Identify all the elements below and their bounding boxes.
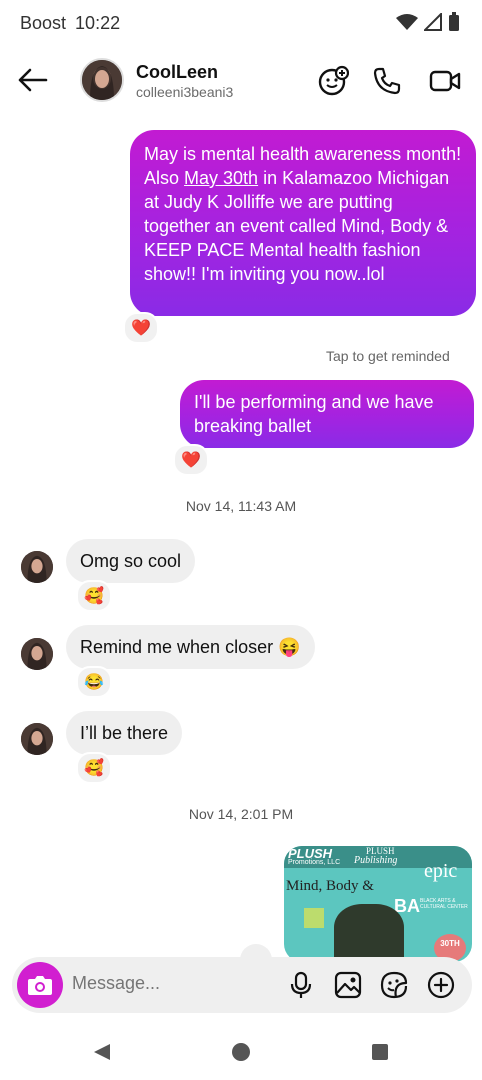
reaction-badge[interactable]: 😂 — [76, 666, 112, 698]
message-incoming[interactable]: Omg so cool — [66, 539, 196, 583]
message-text: Omg so cool — [80, 551, 182, 571]
reaction-badge[interactable]: ❤️ — [173, 444, 209, 476]
flyer-brand-sub: Promotions, LLC — [288, 859, 341, 866]
message-outgoing[interactable]: May is mental health awareness month! Al… — [130, 130, 476, 316]
camera-button[interactable] — [17, 962, 63, 1008]
flyer-brand-mid-sub: Publishing — [354, 855, 398, 866]
contact-name[interactable]: CoolLeen — [136, 62, 218, 83]
microphone-icon — [290, 971, 312, 998]
avatar-photo — [82, 60, 122, 100]
avatar-photo — [21, 551, 53, 583]
date-link[interactable]: May 30th — [184, 168, 258, 188]
status-bar: Boost 10:22 — [0, 0, 482, 46]
flyer-center-name: BLACK ARTS & CULTURAL CENTER — [420, 898, 468, 910]
shared-image-message[interactable]: PLUSH Promotions, LLC PLUSH Publishing M… — [284, 846, 472, 962]
nav-recents-button[interactable] — [371, 1043, 389, 1066]
contact-handle[interactable]: colleeni3beani3 — [136, 84, 233, 100]
phone-icon — [373, 67, 401, 95]
add-people-button[interactable] — [316, 64, 350, 98]
smiley-plus-icon — [318, 65, 349, 96]
more-button[interactable] — [426, 970, 456, 1000]
voice-message-button[interactable] — [286, 970, 316, 1000]
nav-back-button[interactable] — [92, 1042, 112, 1067]
camera-icon — [28, 976, 52, 995]
message-incoming[interactable]: I’ll be there — [66, 711, 183, 755]
timestamp: Nov 14, 2:01 PM — [188, 806, 294, 822]
smiling-hearts-reaction-icon: 🥰 — [84, 760, 104, 777]
message-input[interactable] — [72, 973, 272, 994]
avatar-photo — [21, 638, 53, 670]
contact-avatar[interactable] — [80, 58, 124, 102]
square-recents-icon — [372, 1044, 388, 1060]
avatar-photo — [21, 723, 53, 755]
clock: 10:22 — [75, 13, 121, 33]
image-icon — [334, 971, 362, 999]
message-text: Remind me when closer 😝 — [80, 637, 301, 657]
status-icons — [396, 12, 460, 32]
circle-home-icon — [232, 1043, 250, 1061]
smiling-hearts-reaction-icon: 🥰 — [84, 588, 104, 605]
timestamp: Nov 14, 11:43 AM — [185, 498, 297, 514]
flyer-epic-logo: epic — [424, 860, 458, 882]
sender-avatar[interactable] — [21, 638, 53, 670]
arrow-left-icon — [18, 68, 48, 92]
battery-icon — [449, 12, 459, 31]
flyer-title: Mind, Body & — [286, 878, 374, 894]
carrier-label: Boost — [20, 13, 67, 33]
wifi-icon — [396, 14, 418, 30]
message-composer — [12, 957, 472, 1013]
message-text: I'll be performing and we have breaking … — [194, 392, 434, 436]
sticker-button[interactable] — [379, 970, 409, 1000]
heart-reaction-icon: ❤️ — [181, 452, 201, 469]
video-call-button[interactable] — [428, 64, 462, 98]
reaction-badge[interactable]: ❤️ — [123, 312, 159, 344]
reminder-hint[interactable]: Tap to get reminded — [326, 348, 450, 364]
system-nav-bar — [0, 1030, 482, 1080]
chat-header: CoolLeen colleeni3beani3 — [0, 46, 482, 116]
flyer-figure — [334, 904, 404, 962]
nav-home-button[interactable] — [231, 1042, 251, 1067]
flyer-shape — [304, 908, 324, 928]
sender-avatar[interactable] — [21, 551, 53, 583]
back-button[interactable] — [16, 66, 50, 94]
status-carrier: Boost 10:22 — [20, 13, 120, 34]
sticker-icon — [380, 971, 408, 999]
triangle-back-icon — [94, 1044, 110, 1060]
message-outgoing[interactable]: I'll be performing and we have breaking … — [180, 380, 474, 448]
heart-reaction-icon: ❤️ — [131, 320, 151, 337]
sender-avatar[interactable] — [21, 723, 53, 755]
video-camera-icon — [429, 70, 461, 92]
message-text: I’ll be there — [80, 723, 169, 743]
laughing-reaction-icon: 😂 — [84, 674, 104, 691]
voice-call-button[interactable] — [370, 64, 404, 98]
message-incoming[interactable]: Remind me when closer 😝 — [66, 625, 315, 669]
reaction-badge[interactable]: 🥰 — [76, 752, 112, 784]
plus-circle-icon — [427, 971, 455, 999]
gallery-button[interactable] — [333, 970, 363, 1000]
signal-icon — [424, 13, 442, 31]
reaction-badge[interactable]: 🥰 — [76, 580, 112, 612]
